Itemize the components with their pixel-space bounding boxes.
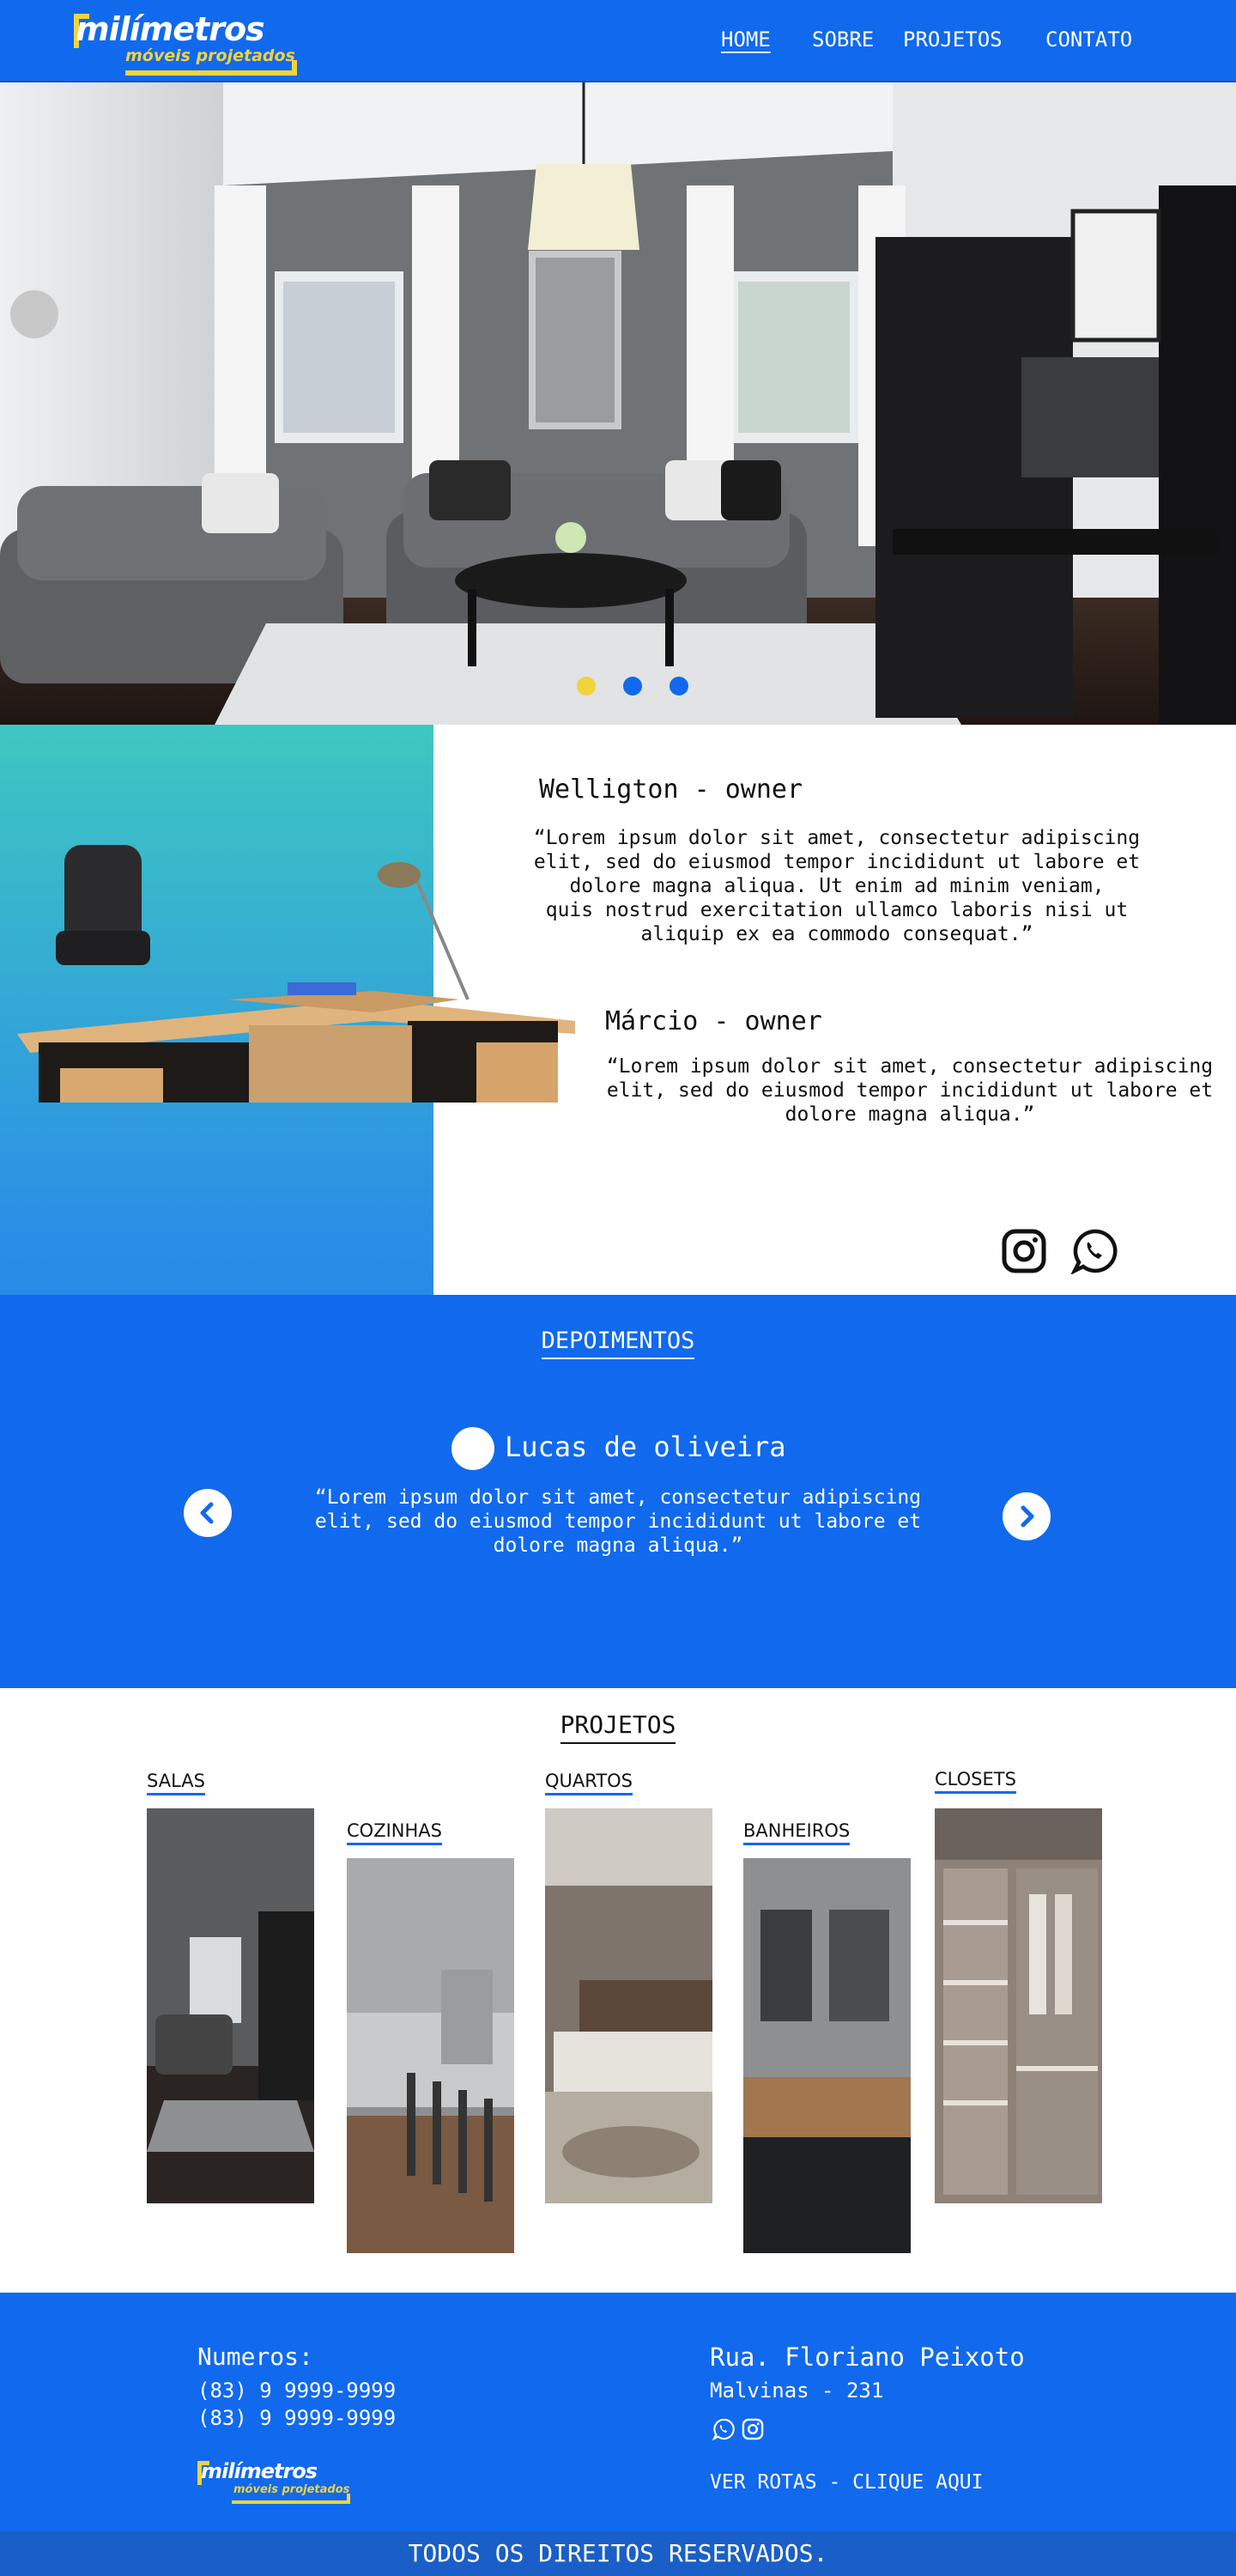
owner-name-2: Márcio - owner — [605, 1006, 822, 1036]
hero-carousel — [0, 82, 1236, 725]
footer-phone-2[interactable]: (83) 9 9999-9999 — [197, 2406, 396, 2430]
logo-tagline: móveis projetados — [125, 46, 295, 65]
nav-contato[interactable]: CONTATO — [1045, 27, 1132, 53]
instagram-icon[interactable] — [1001, 1228, 1047, 1274]
testimonials-title: DEPOIMENTOS — [0, 1327, 1236, 1359]
category-cozinhas[interactable]: COZINHAS — [347, 1820, 442, 1845]
logo-underline — [125, 70, 297, 76]
nav-projetos[interactable]: PROJETOS — [903, 27, 1003, 53]
owner-name-1: Welligton - owner — [539, 775, 803, 805]
instagram-icon[interactable] — [742, 2418, 764, 2440]
nav-sobre[interactable]: SOBRE — [812, 27, 874, 53]
cozinhas-image[interactable] — [347, 1858, 514, 2253]
testimonial-author: Lucas de oliveira — [505, 1431, 786, 1463]
site-header: milímetros móveis projetados HOME SOBRE … — [0, 0, 1236, 82]
owners-section: Welligton - owner “Lorem ipsum dolor sit… — [0, 725, 1236, 1295]
avatar — [451, 1427, 494, 1470]
copyright-bar: TODOS OS DIREITOS RESERVADOS. — [0, 2531, 1236, 2576]
logo-bracket — [292, 60, 297, 76]
office-desk-image — [17, 845, 575, 1103]
brand-logo[interactable]: milímetros móveis projetados — [74, 10, 297, 76]
owner-quote-1: “Lorem ipsum dolor sit amet, consectetur… — [533, 827, 1141, 945]
logo-wordmark: milímetros — [76, 10, 265, 48]
site-footer: Numeros: (83) 9 9999-9999 (83) 9 9999-99… — [0, 2293, 1236, 2531]
whatsapp-icon[interactable] — [1069, 1228, 1118, 1276]
projects-section: PROJETOS SALAS COZINHAS QUARTOS BANHEIRO… — [0, 1688, 1236, 2293]
carousel-dot-2[interactable] — [623, 677, 642, 696]
projects-title: PROJETOS — [0, 1710, 1236, 1744]
testimonials-section: DEPOIMENTOS Lucas de oliveira “Lorem ips… — [0, 1295, 1236, 1688]
testimonial-prev-button[interactable] — [184, 1489, 232, 1537]
carousel-dot-3[interactable] — [670, 677, 688, 696]
testimonial-quote: “Lorem ipsum dolor sit amet, consectetur… — [314, 1486, 922, 1557]
quartos-image[interactable] — [545, 1808, 712, 2203]
routes-link[interactable]: VER ROTAS - CLIQUE AQUI — [710, 2471, 984, 2494]
banheiros-image[interactable] — [743, 1858, 911, 2253]
salas-image[interactable] — [147, 1808, 314, 2203]
category-closets[interactable]: CLOSETS — [935, 1769, 1016, 1794]
owner-quote-2: “Lorem ipsum dolor sit amet, consectetur… — [606, 1055, 1214, 1126]
footer-numbers-title: Numeros: — [197, 2342, 313, 2371]
carousel-dot-1[interactable] — [577, 677, 596, 696]
category-salas[interactable]: SALAS — [147, 1771, 205, 1795]
closets-image[interactable] — [935, 1808, 1102, 2203]
footer-district: Malvinas - 231 — [710, 2379, 884, 2403]
nav-home[interactable]: HOME — [721, 27, 771, 53]
living-room-photo — [0, 82, 1236, 725]
footer-street: Rua. Floriano Peixoto — [710, 2342, 1025, 2372]
footer-phone-1[interactable]: (83) 9 9999-9999 — [197, 2379, 396, 2403]
chevron-right-icon — [1021, 1505, 1034, 1528]
category-quartos[interactable]: QUARTOS — [545, 1771, 633, 1795]
category-banheiros[interactable]: BANHEIROS — [743, 1820, 851, 1845]
footer-logo[interactable]: milímetros móveis projetados — [197, 2459, 352, 2507]
chevron-left-icon — [200, 1502, 214, 1524]
whatsapp-icon[interactable] — [712, 2418, 735, 2441]
testimonial-next-button[interactable] — [1003, 1492, 1051, 1540]
